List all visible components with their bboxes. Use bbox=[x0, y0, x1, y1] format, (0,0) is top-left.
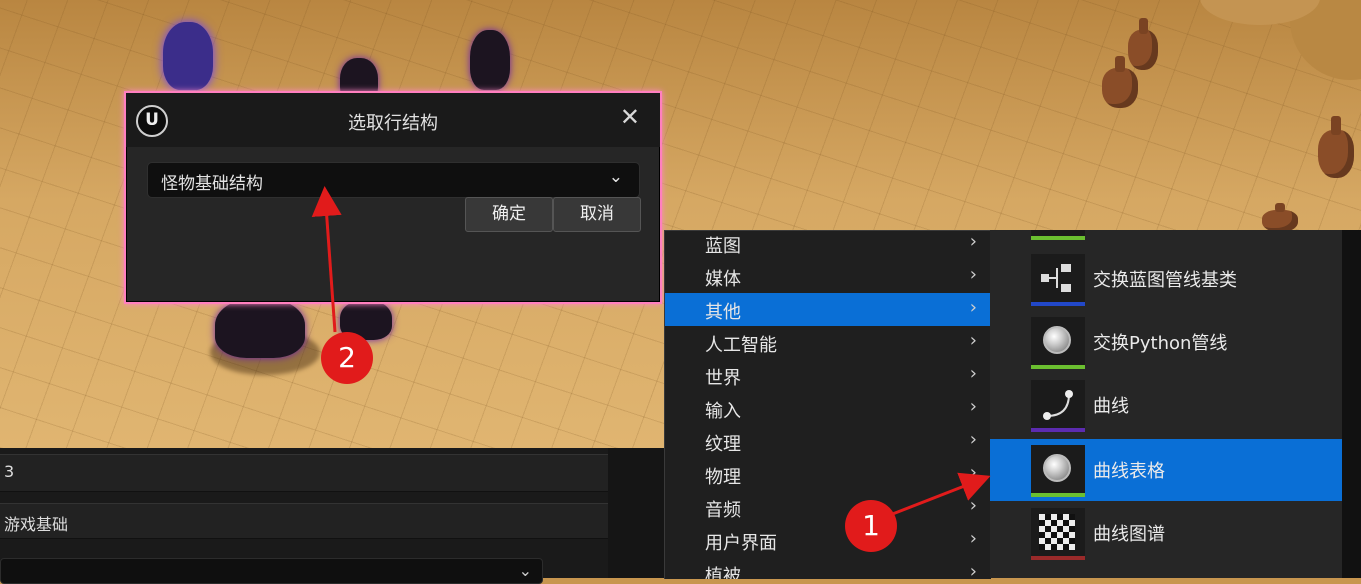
chevron-right-icon: › bbox=[969, 264, 977, 285]
property-value: 3 bbox=[4, 462, 15, 481]
menu-item-label: 音频 bbox=[705, 500, 741, 521]
monster-character[interactable] bbox=[163, 22, 213, 90]
submenu-item-curve-table[interactable]: 曲线表格 bbox=[990, 439, 1342, 501]
chevron-right-icon: › bbox=[969, 462, 977, 483]
blueprint-icon bbox=[1031, 230, 1085, 240]
submenu-item-label: 曲线图谱 bbox=[1093, 524, 1165, 545]
ok-button[interactable]: 确定 bbox=[465, 197, 553, 232]
property-row[interactable]: 3 bbox=[0, 454, 608, 492]
cancel-button[interactable]: 取消 bbox=[553, 197, 641, 232]
annotation-marker-1: 1 bbox=[845, 500, 897, 552]
menu-item-world[interactable]: 世界 › bbox=[665, 359, 991, 392]
sphere-asset-icon bbox=[1031, 317, 1085, 369]
menu-item-user-interface[interactable]: 用户界面 › bbox=[665, 524, 991, 557]
curve-icon bbox=[1031, 380, 1085, 432]
menu-item-physics[interactable]: 物理 › bbox=[665, 458, 991, 491]
row-structure-dropdown[interactable]: 怪物基础结构 ⌄ bbox=[147, 162, 640, 198]
menu-item-label: 纹理 bbox=[705, 434, 741, 455]
chevron-right-icon: › bbox=[969, 528, 977, 549]
pick-row-structure-dialog: U 选取行结构 ✕ 怪物基础结构 ⌄ 确定 取消 bbox=[124, 91, 662, 304]
misc-asset-submenu: 交换蓝图管线基类 交换Python管线 曲线 曲线表格 曲线图谱 bbox=[990, 230, 1342, 578]
chevron-right-icon: › bbox=[969, 429, 977, 450]
window-edge bbox=[1342, 230, 1361, 578]
submenu-item-interchange-blueprint-pipeline[interactable]: 交换蓝图管线基类 bbox=[990, 248, 1342, 310]
chevron-right-icon: › bbox=[969, 396, 977, 417]
chevron-right-icon: › bbox=[969, 330, 977, 351]
menu-item-label: 蓝图 bbox=[705, 236, 741, 257]
chevron-right-icon: › bbox=[969, 363, 977, 384]
submenu-item-label: 曲线 bbox=[1093, 396, 1129, 417]
menu-item-foliage[interactable]: 植被 › bbox=[665, 557, 991, 579]
menu-item-audio[interactable]: 音频 › bbox=[665, 491, 991, 524]
menu-item-label: 物理 bbox=[705, 467, 741, 488]
property-row[interactable]: 游戏基础 bbox=[0, 503, 608, 539]
checker-atlas-icon bbox=[1031, 508, 1085, 560]
menu-item-label: 媒体 bbox=[705, 269, 741, 290]
clay-vase bbox=[1102, 56, 1138, 108]
menu-item-blueprint[interactable]: 蓝图 › bbox=[665, 231, 991, 260]
chevron-right-icon: › bbox=[969, 231, 977, 252]
menu-item-label: 其他 bbox=[705, 302, 741, 323]
annotation-marker-2: 2 bbox=[321, 332, 373, 384]
panel-divider bbox=[608, 448, 668, 578]
chevron-down-icon: ⌄ bbox=[518, 561, 532, 580]
menu-item-ai[interactable]: 人工智能 › bbox=[665, 326, 991, 359]
menu-item-input[interactable]: 输入 › bbox=[665, 392, 991, 425]
pipeline-node-icon bbox=[1031, 254, 1085, 306]
property-value: 游戏基础 bbox=[4, 515, 69, 534]
submenu-item-interchange-python-pipeline[interactable]: 交换Python管线 bbox=[990, 311, 1342, 373]
chevron-right-icon: › bbox=[969, 495, 977, 516]
submenu-item-curve[interactable]: 曲线 bbox=[990, 374, 1342, 436]
dialog-title-bar[interactable]: U 选取行结构 ✕ bbox=[126, 93, 660, 147]
chevron-right-icon: › bbox=[969, 297, 977, 318]
row-structure-value: 怪物基础结构 bbox=[161, 174, 263, 194]
submenu-item-label: 曲线表格 bbox=[1093, 461, 1165, 482]
dialog-title: 选取行结构 bbox=[348, 113, 438, 134]
menu-item-label: 用户界面 bbox=[705, 533, 777, 554]
menu-item-label: 人工智能 bbox=[705, 335, 777, 356]
menu-item-misc[interactable]: 其他 › bbox=[665, 293, 991, 326]
menu-item-label: 世界 bbox=[705, 368, 741, 389]
asset-category-menu: 蓝图 › 媒体 › 其他 › 人工智能 › 世界 › 输入 › 纹理 › 物理 … bbox=[664, 230, 991, 579]
chevron-right-icon: › bbox=[969, 561, 977, 579]
menu-item-texture[interactable]: 纹理 › bbox=[665, 425, 991, 458]
menu-item-media[interactable]: 媒体 › bbox=[665, 260, 991, 293]
menu-item-label: 植被 bbox=[705, 566, 741, 579]
submenu-item-label: 交换蓝图管线基类 bbox=[1093, 270, 1237, 291]
submenu-item-curve-atlas[interactable]: 曲线图谱 bbox=[990, 502, 1342, 564]
clay-vase bbox=[1128, 18, 1158, 70]
monster-character[interactable] bbox=[470, 30, 510, 90]
chevron-down-icon: ⌄ bbox=[608, 167, 623, 187]
bottom-dropdown[interactable]: ⌄ bbox=[0, 558, 543, 584]
clay-vase bbox=[1318, 115, 1354, 178]
monster-character[interactable] bbox=[215, 298, 305, 358]
clay-vase bbox=[1262, 203, 1298, 232]
submenu-item-blueprint[interactable] bbox=[990, 230, 1342, 244]
submenu-item-label: 交换Python管线 bbox=[1093, 333, 1228, 354]
close-icon[interactable]: ✕ bbox=[620, 103, 640, 131]
menu-item-label: 输入 bbox=[705, 401, 741, 422]
sphere-asset-icon bbox=[1031, 445, 1085, 497]
